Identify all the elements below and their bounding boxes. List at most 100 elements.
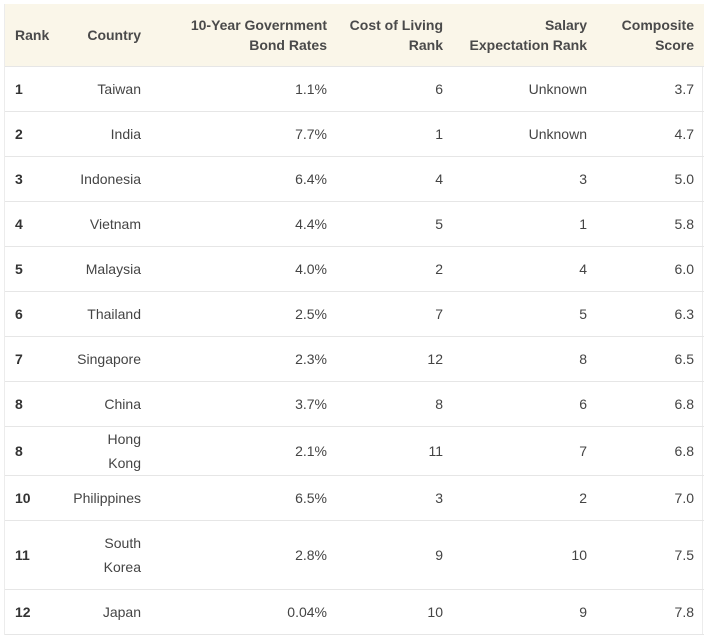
cell-composite-score: 6.8 <box>674 442 694 459</box>
cell-salary-expectation-rank: Unknown <box>528 80 587 97</box>
column-header-line: Score <box>655 36 694 53</box>
cell-salary-expectation-rank: 2 <box>579 489 587 506</box>
cell-cost-of-living-rank: 6 <box>435 80 443 97</box>
cell-country: South Korea <box>103 534 141 575</box>
table-body: 1 Taiwan 1.1% 6 Unknown 3.7 2 India 7.7% 1 Unknown… <box>5 66 704 634</box>
cell-bond-rates: 1.1% <box>295 80 327 97</box>
cell-salary-expectation-rank: Unknown <box>528 125 587 142</box>
column-header-line: Composite <box>621 16 694 33</box>
cell-rank: 10 <box>15 489 31 506</box>
cell-bond-rates: 2.1% <box>295 442 327 459</box>
cell-cost-of-living-rank: 1 <box>435 125 443 142</box>
table-row: 1 Taiwan 1.1% 6 Unknown 3.7 <box>5 66 704 111</box>
cell-composite-score: 5.0 <box>674 170 694 187</box>
cell-country: Thailand <box>87 305 141 322</box>
cell-bond-rates: 0.04% <box>287 603 327 620</box>
header-row: Rank Country 10-Year Government Bond Rates C… <box>5 4 704 66</box>
cell-cost-of-living-rank: 8 <box>435 395 443 412</box>
cell-cost-of-living-rank: 12 <box>427 350 443 367</box>
cell-rank: 4 <box>15 215 23 232</box>
column-header-composite-score: Composite Score <box>597 4 704 66</box>
cell-rank: 11 <box>15 546 30 563</box>
table-row: 8 Hong Kong 2.1% 11 7 6.8 <box>5 426 704 475</box>
cell-country: Hong Kong <box>107 430 141 471</box>
column-header-line: Country <box>87 26 141 43</box>
cell-rank: 2 <box>15 125 23 142</box>
ranking-table-container: Rank Country 10-Year Government Bond Rates C… <box>4 4 704 635</box>
table-row: 5 Malaysia 4.0% 2 4 6.0 <box>5 246 704 291</box>
cell-rank: 5 <box>15 260 23 277</box>
cell-rank: 3 <box>15 170 23 187</box>
cell-bond-rates: 3.7% <box>295 395 327 412</box>
column-header-line: Salary <box>544 16 587 33</box>
cell-salary-expectation-rank: 6 <box>579 395 587 412</box>
cell-salary-expectation-rank: 4 <box>579 260 587 277</box>
cell-composite-score: 4.7 <box>674 125 694 142</box>
column-header-rank: Rank <box>5 4 61 66</box>
cell-country: Japan <box>102 603 141 620</box>
cell-country: China <box>104 395 141 412</box>
column-header-line: Rank <box>15 26 50 43</box>
cell-rank: 8 <box>15 442 23 459</box>
table-row: 11 South Korea 2.8% 9 10 7.5 <box>5 520 704 589</box>
cell-composite-score: 3.7 <box>674 80 694 97</box>
cell-composite-score: 6.3 <box>674 305 694 322</box>
cell-cost-of-living-rank: 3 <box>435 489 443 506</box>
cell-country: Vietnam <box>89 215 141 232</box>
column-header-bond-rates: 10-Year Government Bond Rates <box>151 4 337 66</box>
column-header-line: Rank <box>408 36 443 53</box>
column-header-line: Bond Rates <box>249 36 327 53</box>
cell-salary-expectation-rank: 1 <box>579 215 587 232</box>
cell-country: India <box>110 125 141 142</box>
cell-bond-rates: 6.5% <box>295 489 327 506</box>
cell-cost-of-living-rank: 11 <box>428 442 443 459</box>
cell-cost-of-living-rank: 5 <box>435 215 443 232</box>
cell-composite-score: 6.8 <box>674 395 694 412</box>
cell-salary-expectation-rank: 5 <box>579 305 587 322</box>
cell-rank: 1 <box>15 80 23 97</box>
cell-composite-score: 6.0 <box>674 260 694 277</box>
column-header-country: Country <box>61 4 151 66</box>
cell-bond-rates: 2.5% <box>295 305 327 322</box>
table-row: 4 Vietnam 4.4% 5 1 5.8 <box>5 201 704 246</box>
cell-country: Indonesia <box>80 170 141 187</box>
cell-bond-rates: 6.4% <box>295 170 327 187</box>
cell-rank: 7 <box>15 350 23 367</box>
table-row: 7 Singapore 2.3% 12 8 6.5 <box>5 336 704 381</box>
cell-salary-expectation-rank: 8 <box>579 350 587 367</box>
cell-bond-rates: 4.4% <box>295 215 327 232</box>
table-row: 6 Thailand 2.5% 7 5 6.3 <box>5 291 704 336</box>
cell-composite-score: 7.8 <box>674 603 694 620</box>
cell-bond-rates: 2.3% <box>295 350 327 367</box>
cell-country: Singapore <box>77 350 141 367</box>
ranking-table: Rank Country 10-Year Government Bond Rates C… <box>5 4 704 635</box>
cell-cost-of-living-rank: 10 <box>427 603 443 620</box>
column-header-line: 10-Year Government <box>190 16 327 33</box>
cell-bond-rates: 4.0% <box>295 260 327 277</box>
cell-country: Malaysia <box>85 260 141 277</box>
table-row: 10 Philippines 6.5% 3 2 7.0 <box>5 475 704 520</box>
cell-composite-score: 7.5 <box>674 546 694 563</box>
table-row: 3 Indonesia 6.4% 4 3 5.0 <box>5 156 704 201</box>
cell-salary-expectation-rank: 7 <box>579 442 587 459</box>
cell-rank: 8 <box>15 395 23 412</box>
cell-country: Taiwan <box>97 80 141 97</box>
cell-cost-of-living-rank: 4 <box>435 170 443 187</box>
cell-cost-of-living-rank: 9 <box>435 546 443 563</box>
cell-cost-of-living-rank: 2 <box>435 260 443 277</box>
column-header-salary-expectation-rank: Salary Expectation Rank <box>453 4 597 66</box>
cell-composite-score: 5.8 <box>674 215 694 232</box>
cell-bond-rates: 2.8% <box>295 546 327 563</box>
cell-composite-score: 6.5 <box>674 350 694 367</box>
column-header-line: Expectation Rank <box>469 36 587 53</box>
table-row: 8 China 3.7% 8 6 6.8 <box>5 381 704 426</box>
table-header: Rank Country 10-Year Government Bond Rates C… <box>5 4 704 66</box>
cell-bond-rates: 7.7% <box>295 125 327 142</box>
cell-rank: 12 <box>15 603 31 620</box>
cell-salary-expectation-rank: 3 <box>579 170 587 187</box>
cell-cost-of-living-rank: 7 <box>435 305 443 322</box>
column-header-cost-of-living-rank: Cost of Living Rank <box>337 4 453 66</box>
cell-salary-expectation-rank: 10 <box>571 546 587 563</box>
table-row: 12 Japan 0.04% 10 9 7.8 <box>5 589 704 634</box>
table-row: 2 India 7.7% 1 Unknown 4.7 <box>5 111 704 156</box>
